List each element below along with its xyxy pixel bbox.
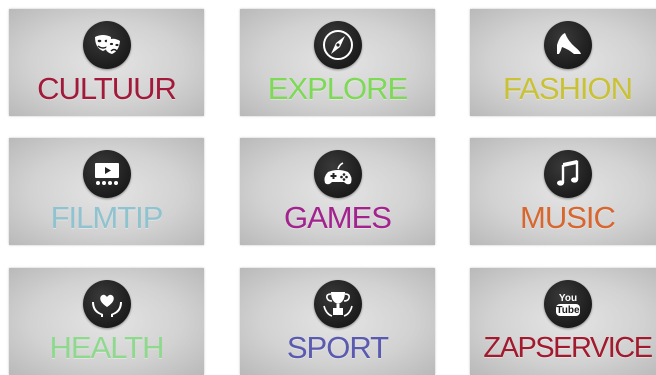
high-heel-icon	[543, 21, 592, 69]
tile-health[interactable]: HEALTH	[9, 268, 204, 375]
tile-sport[interactable]: SPORT	[240, 268, 435, 375]
trophy-icon	[313, 280, 362, 328]
tile-label: MUSIC	[520, 200, 616, 235]
tile-label: GAMES	[284, 200, 392, 235]
music-note-icon	[543, 150, 592, 198]
tile-fashion[interactable]: FASHION	[470, 9, 656, 116]
tile-label: FASHION	[502, 71, 633, 106]
tile-label: EXPLORE	[267, 71, 408, 106]
tile-label: FILMTIP	[50, 200, 164, 235]
tile-filmtip[interactable]: FILMTIP	[9, 138, 204, 245]
tile-music[interactable]: MUSIC	[470, 138, 656, 245]
compass-icon	[313, 21, 362, 69]
heart-hands-icon	[82, 280, 131, 328]
tile-label: ZAPSERVICE	[483, 332, 653, 364]
youtube-icon: You Tube	[543, 280, 592, 328]
tile-label: HEALTH	[49, 330, 164, 365]
youtube-icon-text-top: You	[558, 293, 576, 304]
tile-label: SPORT	[286, 330, 389, 365]
tile-zapservice[interactable]: You Tube ZAPSERVICE	[470, 268, 656, 375]
theater-masks-icon	[82, 21, 131, 69]
tile-games[interactable]: GAMES	[240, 138, 435, 245]
cinema-screen-icon	[82, 150, 131, 198]
tile-cultuur[interactable]: CULTUUR	[9, 9, 204, 116]
youtube-icon-text-bottom: Tube	[556, 305, 580, 316]
gamepad-icon	[313, 150, 362, 198]
tile-label: CULTUUR	[37, 71, 177, 106]
tile-explore[interactable]: EXPLORE	[240, 9, 435, 116]
